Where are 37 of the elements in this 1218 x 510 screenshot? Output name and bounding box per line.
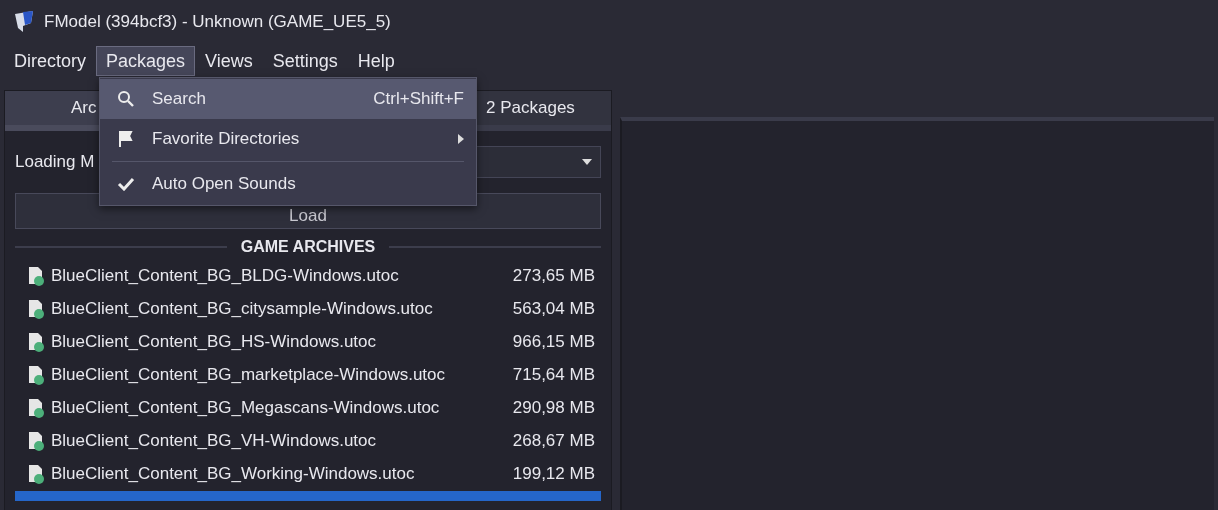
search-icon [117, 90, 135, 108]
menu-option[interactable]: Search Ctrl+Shift+F [100, 79, 476, 119]
menu-item[interactable]: Help [347, 46, 405, 76]
archive-size: 715,64 MB [512, 364, 595, 385]
app-logo-icon [12, 10, 36, 34]
window-title: FModel (394bcf3) - Unknown (GAME_UE5_5) [44, 12, 391, 32]
archive-size: 966,15 MB [512, 331, 595, 352]
file-icon [27, 331, 45, 352]
menu-option[interactable]: Favorite Directories [100, 119, 476, 159]
selected-row[interactable] [15, 491, 601, 501]
archive-name: BlueClient_Content_BG_VH-Windows.utoc [51, 430, 378, 451]
archive-name: BlueClient_Content_BG_citysample-Windows.utoc [51, 298, 434, 319]
section-heading: GAME ARCHIVES [240, 238, 376, 256]
menu-item[interactable]: Directory [4, 46, 96, 76]
archive-size: 273,65 MB [512, 265, 595, 286]
menu-item[interactable]: Views [195, 46, 263, 76]
file-icon [27, 397, 45, 418]
loading-mode-label: Loading M [15, 152, 95, 172]
file-icon [27, 364, 45, 385]
file-icon [27, 265, 45, 286]
archive-size: 199,12 MB [512, 463, 595, 484]
caret-icon [582, 159, 592, 165]
archive-size: 563,04 MB [512, 298, 595, 319]
archive-name: BlueClient_Content_BG_Working-Windows.utoc [51, 463, 416, 484]
menu-item[interactable]: Settings [262, 46, 348, 76]
archive-name: BlueClient_Content_BG_HS-Windows.utoc [51, 331, 378, 352]
archive-size: 268,67 MB [512, 430, 595, 451]
archive-name: BlueClient_Content_BG_BLDG-Windows.utoc [51, 265, 400, 286]
archive-name: BlueClient_Content_BG_marketplace-Windows.utoc [51, 364, 447, 385]
archive-size: 290,98 MB [512, 397, 595, 418]
menu-item[interactable]: Packages [96, 46, 196, 76]
file-icon [27, 298, 45, 319]
file-icon [27, 430, 45, 451]
archive-name: BlueClient_Content_BG_Megascans-Windows.utoc [51, 397, 441, 418]
submenu-arrow-icon [458, 134, 464, 144]
flag-icon [118, 130, 134, 148]
file-icon [27, 463, 45, 484]
